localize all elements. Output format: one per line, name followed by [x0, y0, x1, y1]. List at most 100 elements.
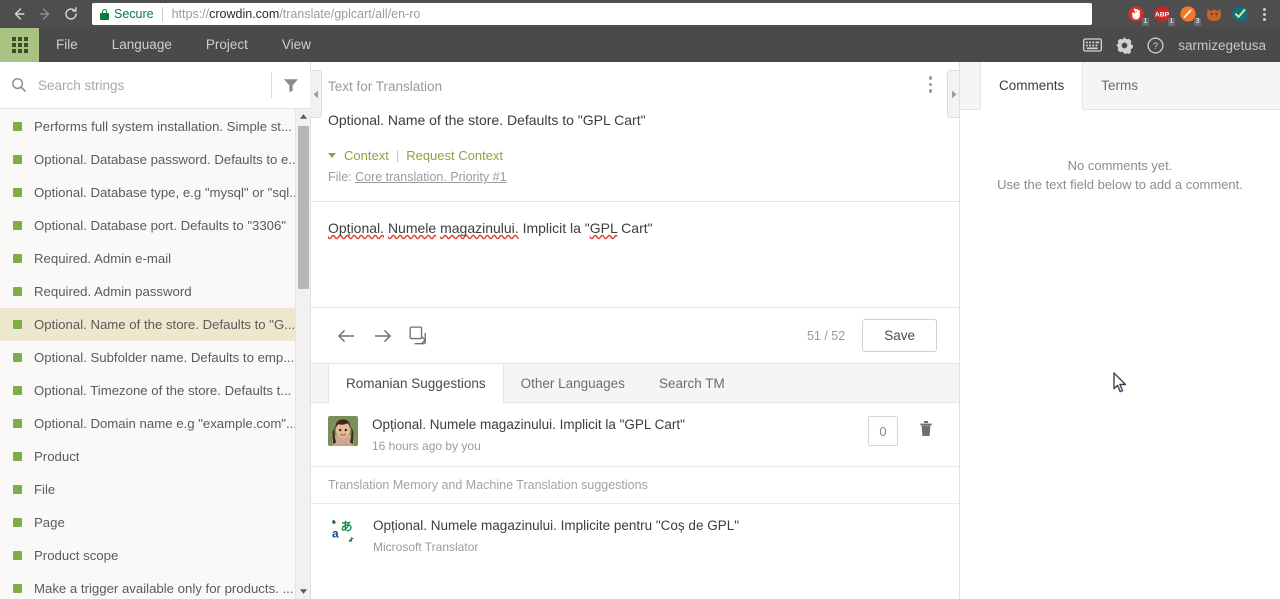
list-item[interactable]: Optional. Domain name e.g "example.com".… — [0, 407, 310, 440]
list-item-label: Required. Admin e-mail — [34, 251, 172, 266]
context-toggle[interactable]: Context — [344, 148, 389, 163]
list-item[interactable]: Product scope — [0, 539, 310, 572]
address-bar[interactable]: Secure https://crowdin.com/translate/gpl… — [92, 3, 1092, 25]
list-item-label: Optional. Database password. Defaults to… — [34, 152, 300, 167]
file-row: File: Core translation. Priority #1 — [311, 163, 959, 184]
list-item[interactable]: Optional. Name of the store. Defaults to… — [0, 308, 310, 341]
status-square-icon — [13, 551, 22, 560]
more-options-icon[interactable] — [928, 76, 932, 93]
help-question-icon[interactable]: ? — [1147, 36, 1164, 54]
list-item[interactable]: Make a trigger available only for produc… — [0, 572, 310, 599]
reload-icon[interactable] — [58, 1, 84, 27]
tab-comments[interactable]: Comments — [980, 62, 1084, 110]
list-item[interactable]: Required. Admin e-mail — [0, 242, 310, 275]
workspace: Performs full system installation. Simpl… — [0, 62, 1280, 599]
source-text: Optional. Name of the store. Defaults to… — [328, 112, 646, 128]
menu-item-file[interactable]: File — [39, 28, 95, 62]
file-link[interactable]: Core translation. Priority #1 — [355, 170, 506, 184]
page-title: Text for Translation — [328, 78, 443, 94]
extension-icons: 1 ABP 1 3 — [1124, 2, 1254, 26]
back-arrow-icon[interactable] — [6, 1, 32, 27]
tab-search-tm[interactable]: Search TM — [642, 364, 742, 402]
keyboard-icon[interactable] — [1083, 38, 1103, 52]
translation-text-part: Cart" — [617, 220, 653, 236]
collapse-right-icon[interactable] — [947, 70, 959, 118]
apps-grid-icon[interactable] — [0, 28, 39, 62]
fox-icon[interactable] — [1202, 2, 1226, 26]
svg-text:?: ? — [1153, 41, 1158, 51]
svg-text:a: a — [332, 527, 339, 541]
app-menu: File Language Project View — [39, 28, 328, 62]
menu-item-view[interactable]: View — [265, 28, 328, 62]
extension-badge: 1 — [1168, 18, 1175, 26]
list-item[interactable]: Optional. Database password. Defaults to… — [0, 143, 310, 176]
translation-text-part: Implicit la " — [518, 220, 590, 236]
status-square-icon — [13, 155, 22, 164]
list-item[interactable]: Optional. Database port. Defaults to "33… — [0, 209, 310, 242]
status-square-icon — [13, 518, 22, 527]
tab-terms[interactable]: Terms — [1083, 62, 1156, 109]
lock-icon — [100, 8, 109, 20]
svg-text:あ: あ — [341, 520, 353, 534]
previous-string-icon[interactable] — [328, 318, 364, 354]
bookmark-star-icon[interactable] — [1098, 1, 1124, 27]
sidebar-scrollbar[interactable] — [295, 109, 310, 599]
tab-romanian-suggestions[interactable]: Romanian Suggestions — [328, 364, 504, 403]
suggestion-text: Opțional. Numele magazinului. Implicit l… — [372, 417, 685, 432]
header-right-controls: ? sarmizegetusa — [1083, 36, 1280, 54]
browser-menu-icon[interactable] — [1254, 7, 1274, 21]
scroll-up-arrow-icon[interactable] — [296, 109, 310, 124]
adblock-plus-icon[interactable]: ABP 1 — [1150, 2, 1175, 26]
menu-item-language[interactable]: Language — [95, 28, 189, 62]
scroll-down-arrow-icon[interactable] — [296, 584, 310, 599]
suggestion-body: Opțional. Numele magazinului. Implicite … — [373, 517, 937, 554]
filter-funnel-icon[interactable] — [272, 78, 310, 93]
list-item-label: Optional. Subfolder name. Defaults to em… — [34, 350, 295, 365]
avatar — [328, 416, 358, 446]
save-button[interactable]: Save — [862, 319, 937, 352]
trash-delete-icon[interactable] — [915, 416, 937, 437]
suggestion-item-user[interactable]: Opțional. Numele magazinului. Implicit l… — [311, 403, 959, 467]
list-item[interactable]: Performs full system installation. Simpl… — [0, 110, 310, 143]
tab-other-languages[interactable]: Other Languages — [504, 364, 642, 402]
list-item-label: Optional. Name of the store. Defaults to… — [34, 317, 296, 332]
next-string-icon[interactable] — [364, 318, 400, 354]
suggestion-item-machine[interactable]: a あ Opțional. Numele magazinului. Implic… — [311, 504, 959, 567]
comments-empty-state: No comments yet. Use the text field belo… — [960, 110, 1280, 194]
speed-gauge-icon[interactable]: 3 — [1176, 2, 1201, 26]
list-item[interactable]: Optional. Timezone of the store. Default… — [0, 374, 310, 407]
collapse-left-icon[interactable] — [310, 70, 322, 118]
list-item-label: File — [34, 482, 56, 497]
search-input[interactable] — [38, 77, 271, 93]
list-item[interactable]: File — [0, 473, 310, 506]
list-item[interactable]: Page — [0, 506, 310, 539]
editor-panel-header: Text for Translation — [311, 62, 959, 110]
search-icon — [0, 77, 38, 93]
app-header: File Language Project View ? sarmizegetu… — [0, 28, 1280, 62]
suggestion-tabs: Romanian Suggestions Other Languages Searc… — [311, 363, 959, 403]
translation-input[interactable]: Opțional. Numele magazinului. Implicit l… — [311, 202, 959, 287]
gear-icon[interactable] — [1116, 36, 1134, 54]
status-square-icon — [13, 584, 22, 593]
strings-list[interactable]: Performs full system installation. Simpl… — [0, 109, 310, 599]
list-item[interactable]: Optional. Subfolder name. Defaults to em… — [0, 341, 310, 374]
status-square-icon — [13, 386, 22, 395]
list-item[interactable]: Optional. Database type, e.g "mysql" or … — [0, 176, 310, 209]
request-context-link[interactable]: Request Context — [406, 148, 503, 163]
comments-panel: Comments Terms No comments yet. Use the t… — [960, 62, 1280, 599]
menu-item-project[interactable]: Project — [189, 28, 265, 62]
check-badge-icon[interactable] — [1228, 2, 1252, 26]
list-item[interactable]: Required. Admin password — [0, 275, 310, 308]
tm-section-header: Translation Memory and Machine Translati… — [311, 467, 959, 504]
vote-count[interactable]: 0 — [868, 416, 898, 446]
copy-source-icon[interactable] — [400, 318, 436, 354]
misspelled-word: GPL — [589, 220, 618, 236]
list-item-label: Page — [34, 515, 65, 530]
url-divider — [161, 6, 163, 22]
list-item[interactable]: Product — [0, 440, 310, 473]
scrollbar-thumb[interactable] — [298, 126, 309, 289]
adblock-hand-icon[interactable]: 1 — [1124, 2, 1149, 26]
misspelled-word: Numele — [387, 220, 437, 236]
chevron-down-icon[interactable] — [328, 153, 336, 158]
username-label[interactable]: sarmizegetusa — [1178, 38, 1266, 53]
